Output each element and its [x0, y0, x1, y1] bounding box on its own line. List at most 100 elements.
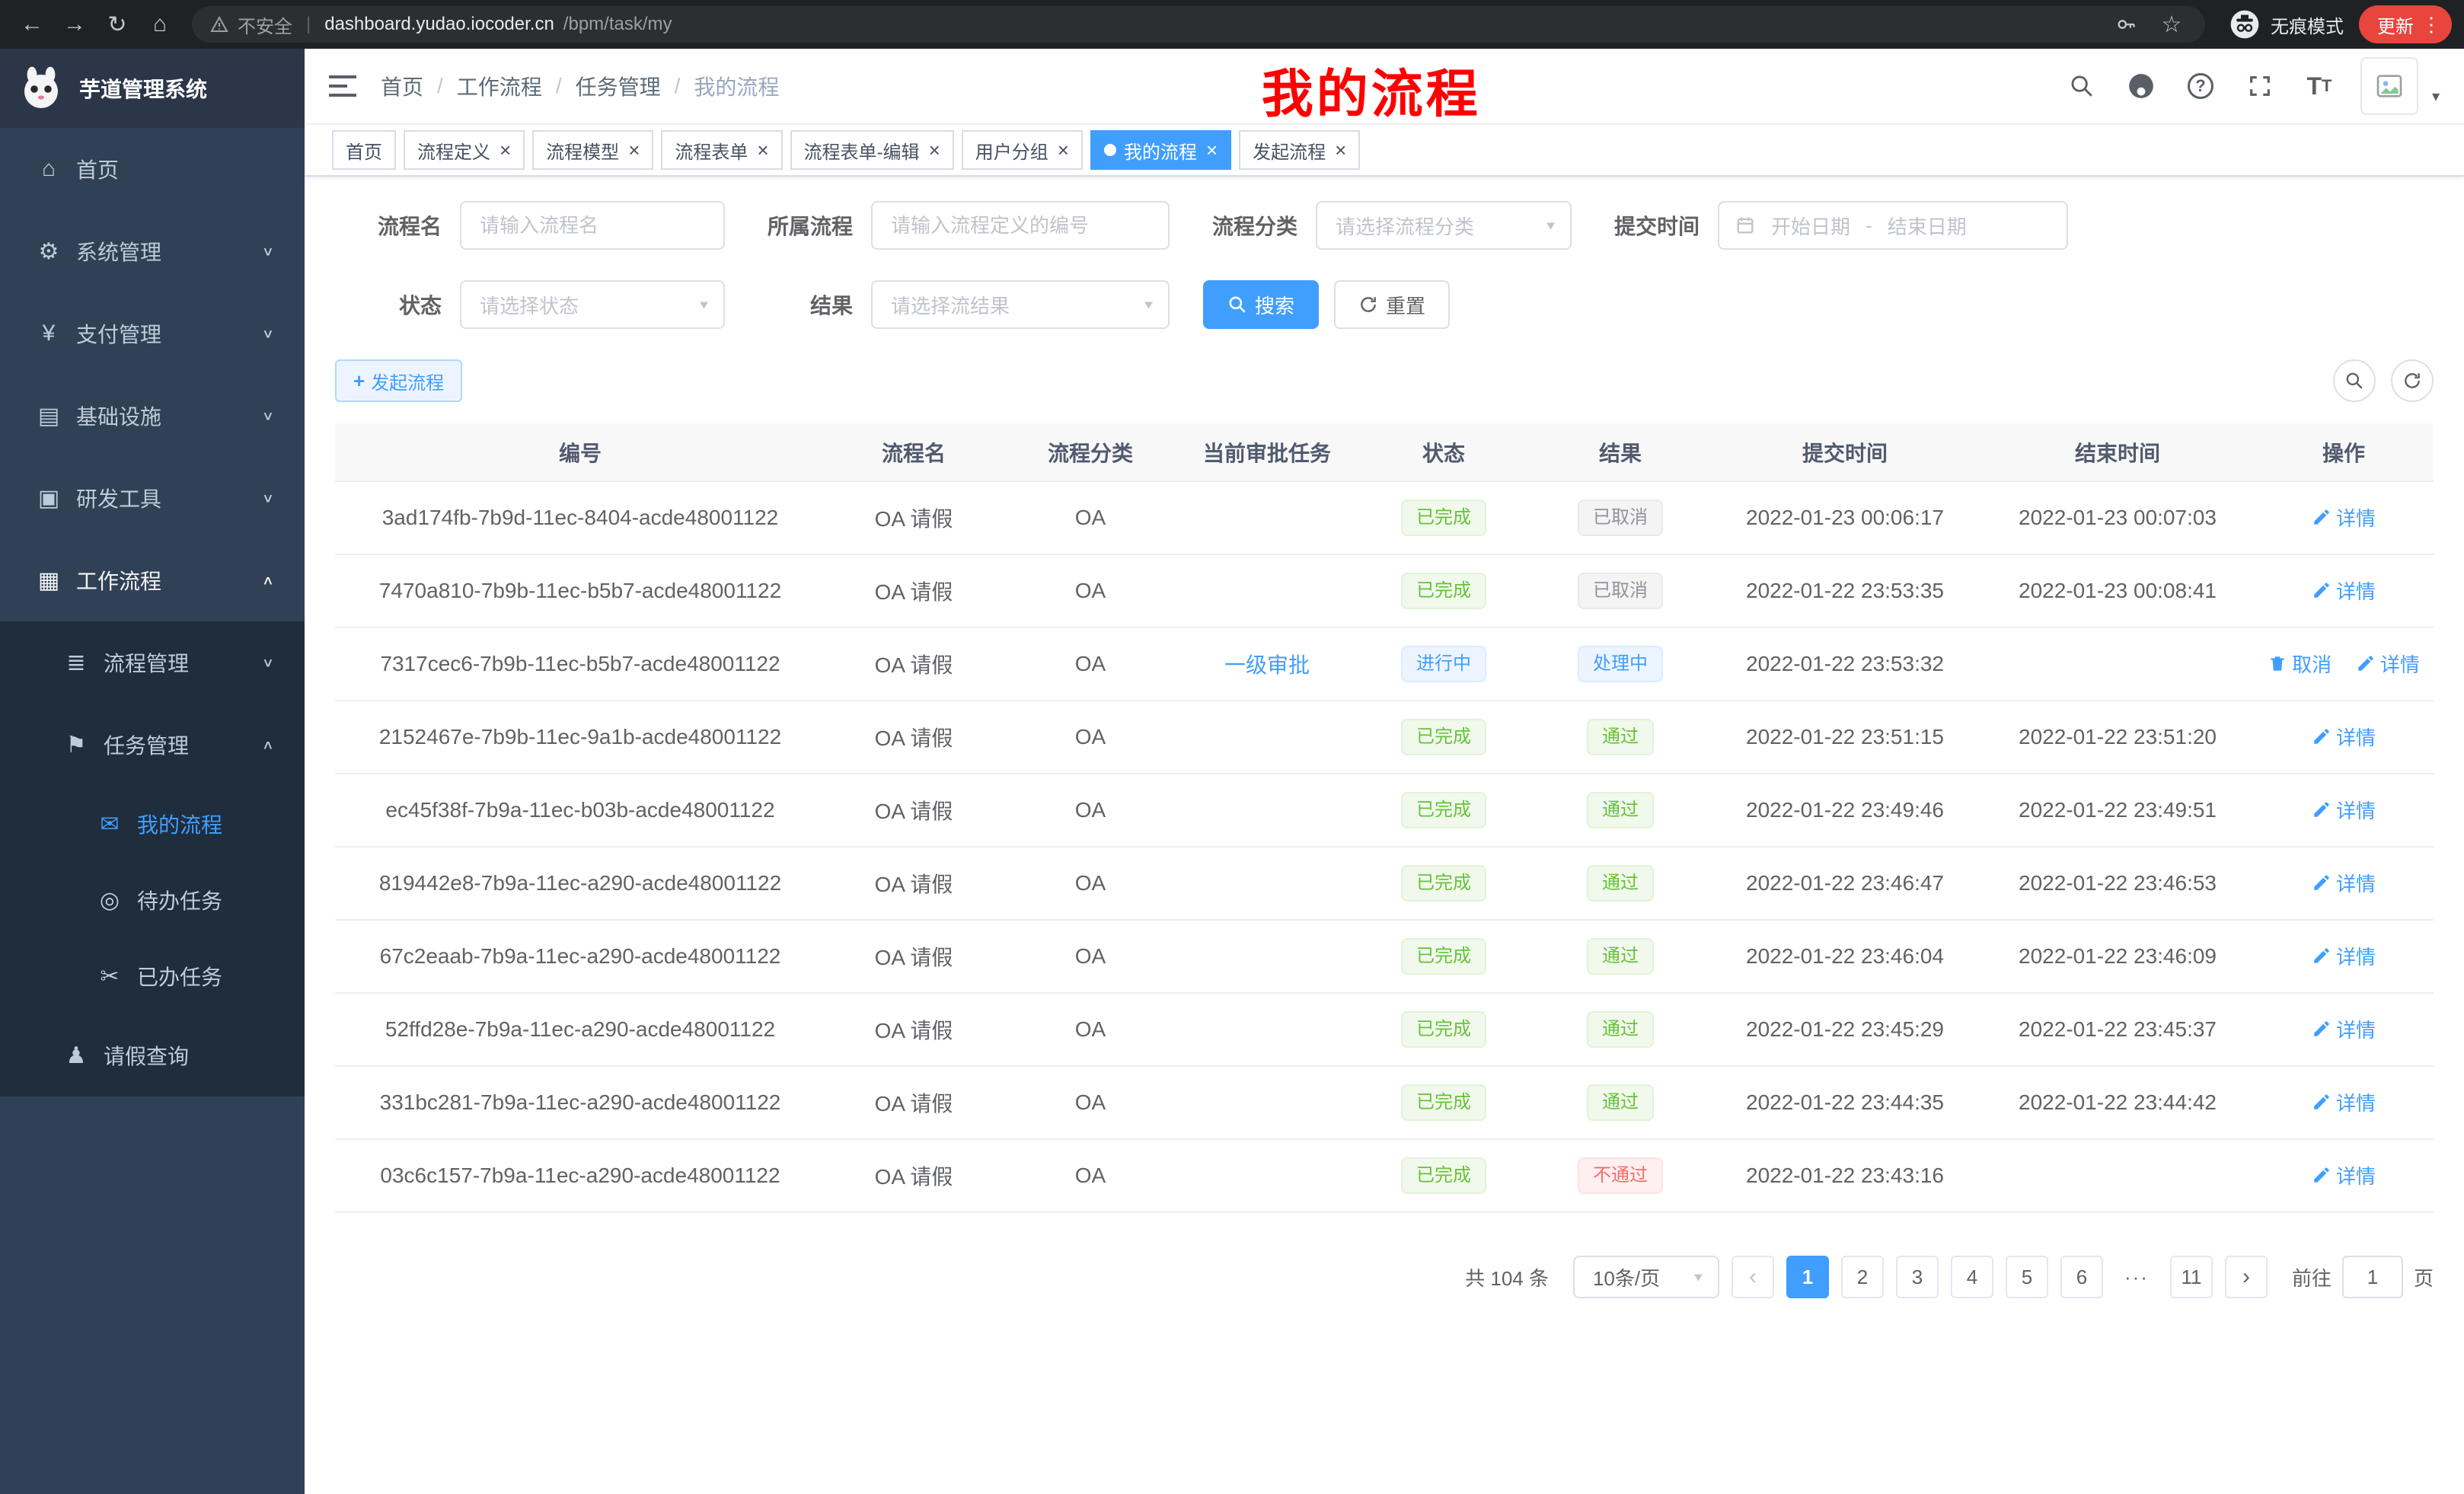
tab[interactable]: 我的流程× — [1090, 130, 1231, 170]
result-label: 结果 — [758, 289, 853, 320]
detail-button[interactable]: 详情 — [2312, 576, 2376, 605]
sidebar-toggle-button[interactable] — [305, 48, 381, 124]
current-task-link[interactable]: 一级审批 — [1224, 653, 1310, 677]
back-button[interactable]: ← — [12, 5, 52, 44]
tab[interactable]: 用户分组× — [962, 130, 1083, 170]
edit-icon — [2312, 800, 2332, 819]
cell-end-time — [1981, 1139, 2254, 1212]
status-select[interactable]: 请选择状态 ▾ — [460, 280, 725, 329]
page-button[interactable]: 1 — [1786, 1256, 1829, 1298]
result-badge: 已取消 — [1578, 500, 1663, 536]
chevron-up-icon: ∧ — [262, 737, 274, 752]
pagination-ellipsis[interactable]: ··· — [2115, 1256, 2158, 1298]
page-button[interactable]: 2 — [1841, 1256, 1884, 1298]
avatar[interactable] — [2360, 57, 2418, 115]
reload-button[interactable]: ↻ — [97, 5, 137, 44]
page-button[interactable]: 4 — [1951, 1256, 1993, 1298]
page-button[interactable]: 6 — [2060, 1256, 2103, 1298]
bookmark-star-button[interactable]: ☆ — [2156, 9, 2187, 40]
sidebar-item-workflow[interactable]: ▦工作流程∧ — [0, 539, 305, 621]
result-badge: 通过 — [1587, 938, 1654, 975]
date-end-placeholder: 结束日期 — [1888, 212, 1967, 240]
breadcrumb-item[interactable]: 工作流程 — [457, 71, 542, 101]
app-logo[interactable]: 芋道管理系统 — [0, 49, 305, 128]
detail-button[interactable]: 详情 — [2312, 1161, 2376, 1189]
tab[interactable]: 流程表单-编辑× — [790, 130, 954, 170]
close-icon[interactable]: × — [500, 140, 511, 160]
breadcrumb-item[interactable]: 任务管理 — [576, 71, 661, 101]
create-process-button[interactable]: + 发起流程 — [335, 359, 462, 402]
next-page-button[interactable]: › — [2225, 1256, 2268, 1298]
refresh-table-button[interactable] — [2391, 359, 2434, 402]
cell-current-task — [1179, 920, 1355, 993]
search-button[interactable]: 搜索 — [1203, 280, 1319, 329]
sidebar-item-process-management[interactable]: ≣流程管理∨ — [0, 621, 305, 704]
category-select[interactable]: 请选择流程分类 ▾ — [1316, 201, 1572, 250]
close-icon[interactable]: × — [1206, 140, 1218, 160]
close-icon[interactable]: × — [628, 140, 640, 160]
edit-icon — [2312, 507, 2332, 527]
detail-button[interactable]: 详情 — [2312, 869, 2376, 897]
tab[interactable]: 流程定义× — [404, 130, 525, 170]
font-size-button[interactable]: TT — [2301, 66, 2338, 106]
sidebar-item-system[interactable]: ⚙系统管理∨ — [0, 210, 305, 292]
sidebar-item-home[interactable]: ⌂首页 — [0, 128, 305, 210]
detail-button[interactable]: 详情 — [2312, 796, 2376, 824]
fullscreen-button[interactable] — [2242, 66, 2278, 106]
scissors-icon: ✂ — [91, 963, 128, 990]
sidebar-item-task-management[interactable]: ⚑任务管理∧ — [0, 704, 305, 786]
page-button[interactable]: 5 — [2006, 1256, 2048, 1298]
caret-down-icon[interactable]: ▾ — [2432, 87, 2440, 106]
breadcrumb-item[interactable]: 首页 — [381, 71, 423, 101]
github-button[interactable] — [2123, 66, 2159, 106]
page-size-select[interactable]: 10条/页 ▾ — [1573, 1256, 1719, 1298]
close-icon[interactable]: × — [1335, 140, 1346, 160]
filter-row-1: 流程名 所属流程 流程分类 请选择流程分类 ▾ — [335, 201, 2434, 250]
detail-button[interactable]: 详情 — [2312, 1015, 2376, 1043]
page-button[interactable]: 11 — [2170, 1256, 2213, 1298]
result-select[interactable]: 请选择流结果 ▾ — [871, 280, 1170, 329]
detail-button[interactable]: 详情 — [2312, 1088, 2376, 1116]
home-button[interactable]: ⌂ — [140, 5, 180, 44]
sidebar-item-done-task[interactable]: ✂已办任务 — [0, 938, 305, 1014]
chrome-update-button[interactable]: 更新 ⋮ — [2359, 5, 2452, 43]
cell-submit-time: 2022-01-22 23:45:29 — [1709, 993, 1981, 1066]
detail-button[interactable]: 详情 — [2312, 942, 2376, 970]
detail-button[interactable]: 详情 — [2356, 650, 2420, 678]
reset-button[interactable]: 重置 — [1334, 280, 1450, 329]
header-search-button[interactable] — [2063, 66, 2100, 106]
sidebar-item-payment[interactable]: ¥支付管理∨ — [0, 292, 305, 375]
close-icon[interactable]: × — [757, 140, 768, 160]
close-icon[interactable]: × — [929, 140, 940, 160]
tab[interactable]: 流程表单× — [661, 130, 782, 170]
password-key-button[interactable] — [2111, 9, 2141, 40]
sidebar-item-todo-task[interactable]: ◎待办任务 — [0, 862, 305, 938]
cell-current-task — [1179, 554, 1355, 627]
detail-button[interactable]: 详情 — [2312, 503, 2376, 532]
sidebar-item-my-process[interactable]: ✉我的流程 — [0, 786, 305, 862]
tab[interactable]: 首页 — [332, 130, 396, 170]
tab[interactable]: 发起流程× — [1239, 130, 1360, 170]
detail-button[interactable]: 详情 — [2312, 723, 2376, 751]
tab[interactable]: 流程模型× — [532, 130, 653, 170]
toggle-search-button[interactable] — [2333, 359, 2376, 402]
date-range-picker[interactable]: 开始日期 - 结束日期 — [1718, 201, 2068, 250]
sidebar-item-infrastructure[interactable]: ▤基础设施∨ — [0, 375, 305, 457]
page-button[interactable]: 3 — [1896, 1256, 1939, 1298]
sidebar-item-devtools[interactable]: ▣研发工具∨ — [0, 457, 305, 539]
submit-time-label: 提交时间 — [1605, 210, 1700, 241]
address-bar[interactable]: 不安全 | dashboard.yudao.iocoder.cn/bpm/tas… — [192, 6, 2205, 43]
goto-page-input[interactable] — [2342, 1256, 2403, 1298]
process-def-input[interactable] — [871, 201, 1170, 250]
forward-button[interactable]: → — [55, 5, 94, 44]
cell-result: 通过 — [1532, 774, 1709, 847]
help-button[interactable]: ? — [2182, 66, 2219, 106]
process-name-input[interactable] — [460, 201, 725, 250]
yen-icon: ¥ — [30, 321, 67, 346]
sidebar-item-leave-query[interactable]: ♟请假查询 — [0, 1014, 305, 1097]
close-icon[interactable]: × — [1058, 140, 1069, 160]
prev-page-button[interactable]: ‹ — [1732, 1256, 1774, 1298]
cancel-button[interactable]: 取消 — [2268, 650, 2332, 678]
result-badge: 通过 — [1587, 1011, 1654, 1048]
cell-category: OA — [1002, 993, 1179, 1066]
